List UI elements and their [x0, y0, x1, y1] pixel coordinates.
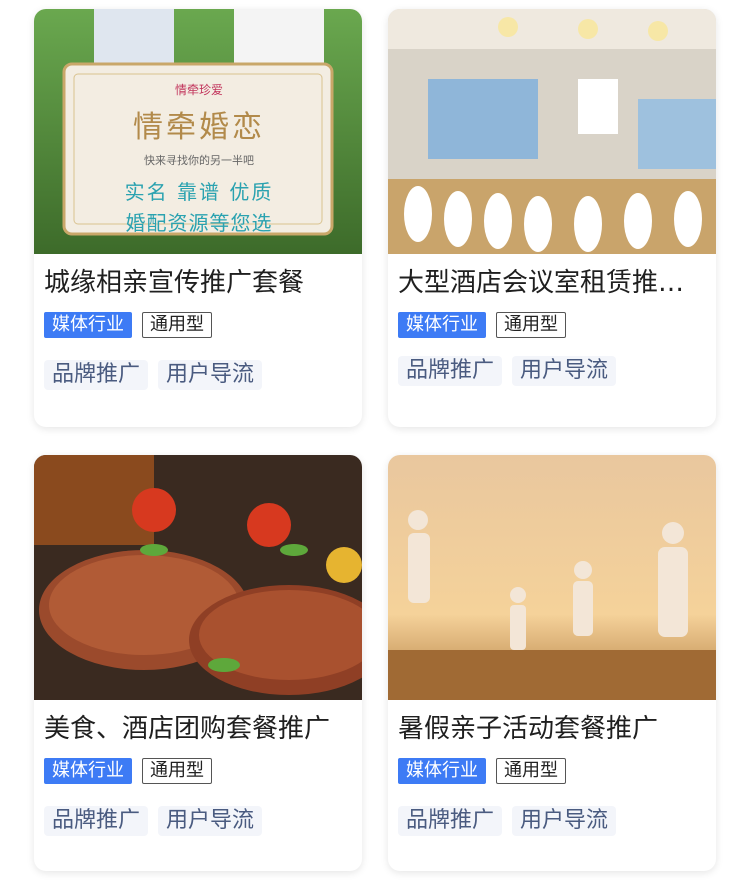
card-chips: 品牌推广 用户导流 — [44, 360, 352, 390]
chip-user-traffic: 用户导流 — [512, 356, 617, 386]
card-chips: 品牌推广 用户导流 — [398, 806, 706, 836]
product-card-wedding[interactable]: 情牵珍爱 情牵婚恋 快来寻找你的另一半吧 实名 靠谱 优质 婚配资源等您选 城缘… — [34, 9, 362, 427]
banner-subtitle: 快来寻找你的另一半吧 — [144, 154, 254, 167]
banner-line-1: 实名 靠谱 优质 — [124, 180, 274, 204]
product-card-hotel-meeting[interactable]: 大型酒店会议室租赁推广… 媒体行业 通用型 品牌推广 用户导流 — [388, 9, 716, 427]
banner-main-title: 情牵婚恋 — [133, 110, 265, 145]
card-image-beach-family — [388, 455, 716, 700]
tag-industry: 媒体行业 — [398, 758, 486, 784]
wedding-banner: 情牵珍爱 情牵婚恋 快来寻找你的另一半吧 实名 靠谱 优质 婚配资源等您选 — [74, 69, 324, 235]
card-image-wedding: 情牵珍爱 情牵婚恋 快来寻找你的另一半吧 实名 靠谱 优质 婚配资源等您选 — [34, 9, 362, 254]
card-title: 美食、酒店团购套餐推广 — [44, 714, 331, 744]
tag-type: 通用型 — [496, 758, 566, 784]
chip-user-traffic: 用户导流 — [158, 360, 263, 390]
card-image-steak — [34, 455, 362, 700]
card-tags: 媒体行业 通用型 — [398, 312, 706, 338]
tag-type: 通用型 — [142, 758, 212, 784]
banner-line-2: 婚配资源等您选 — [125, 211, 273, 235]
card-title: 大型酒店会议室租赁推广… — [398, 268, 706, 298]
card-tags: 媒体行业 通用型 — [44, 312, 352, 338]
card-title: 暑假亲子活动套餐推广 — [398, 714, 659, 744]
chip-user-traffic: 用户导流 — [512, 806, 617, 836]
card-title: 城缘相亲宣传推广套餐 — [44, 268, 305, 298]
tag-industry: 媒体行业 — [398, 312, 486, 338]
product-card-food[interactable]: 美食、酒店团购套餐推广 媒体行业 通用型 品牌推广 用户导流 — [34, 455, 362, 871]
chip-brand-promotion: 品牌推广 — [44, 360, 149, 390]
product-card-family[interactable]: 暑假亲子活动套餐推广 媒体行业 通用型 品牌推广 用户导流 — [388, 455, 716, 871]
card-tags: 媒体行业 通用型 — [44, 758, 352, 784]
card-chips: 品牌推广 用户导流 — [44, 806, 352, 836]
tag-type: 通用型 — [496, 312, 566, 338]
card-tags: 媒体行业 通用型 — [398, 758, 706, 784]
tag-industry: 媒体行业 — [44, 758, 132, 784]
card-image-meeting-room — [388, 9, 716, 254]
chip-brand-promotion: 品牌推广 — [44, 806, 149, 836]
banner-brand: 情牵珍爱 — [174, 83, 223, 97]
tag-industry: 媒体行业 — [44, 312, 132, 338]
chip-brand-promotion: 品牌推广 — [398, 806, 503, 836]
chip-user-traffic: 用户导流 — [158, 806, 263, 836]
card-chips: 品牌推广 用户导流 — [398, 356, 706, 386]
tag-type: 通用型 — [142, 312, 212, 338]
chip-brand-promotion: 品牌推广 — [398, 356, 503, 386]
card-grid: 情牵珍爱 情牵婚恋 快来寻找你的另一半吧 实名 靠谱 优质 婚配资源等您选 城缘… — [0, 0, 750, 882]
